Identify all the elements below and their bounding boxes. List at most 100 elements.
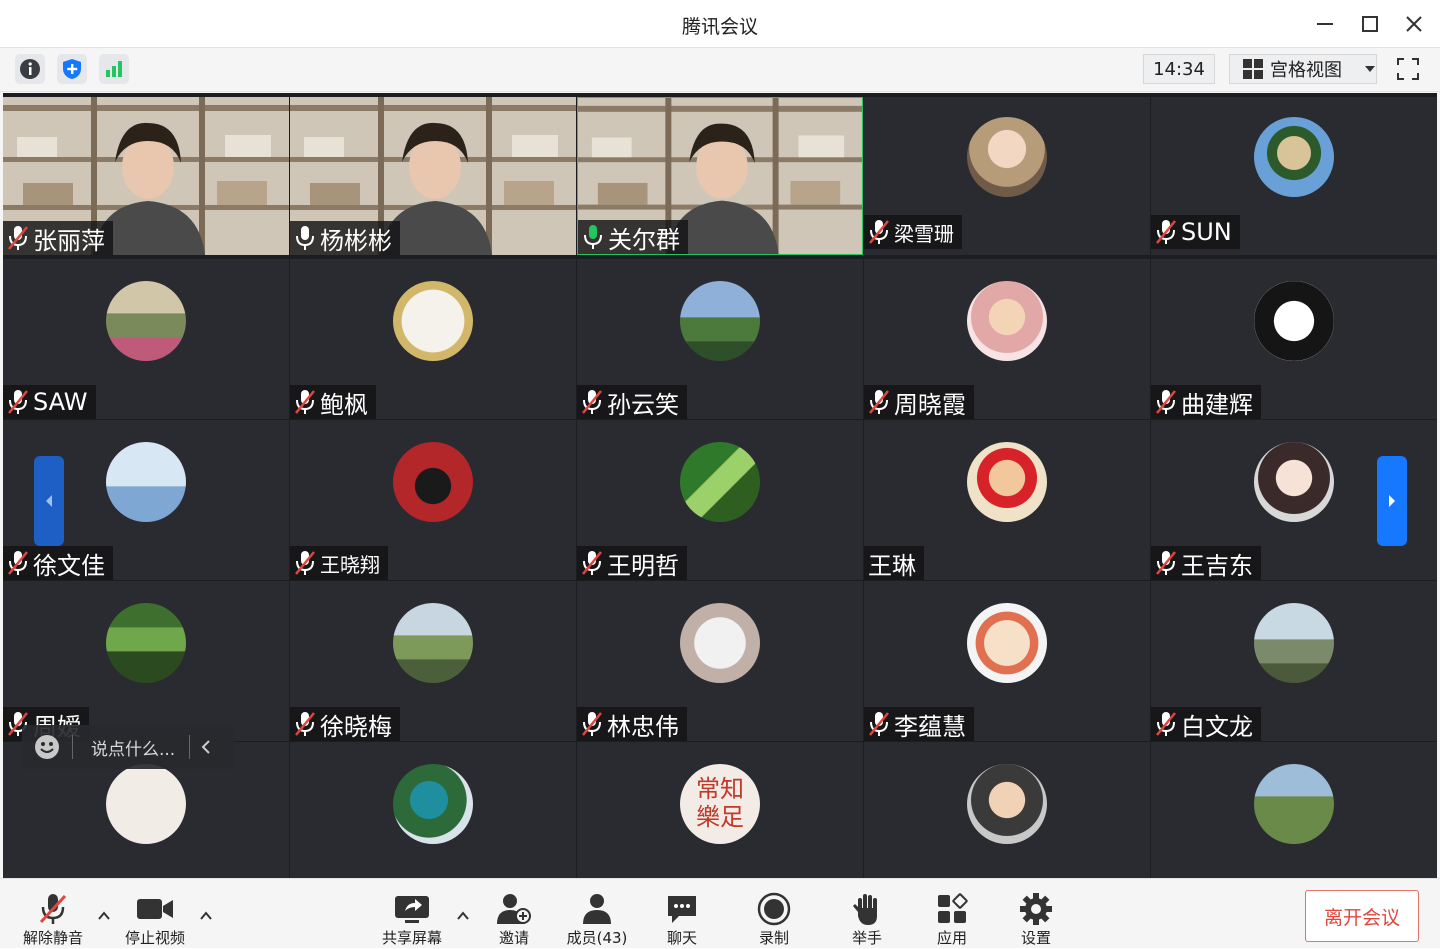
mic-muted-icon <box>869 712 889 736</box>
participant-tile[interactable]: SUN <box>1151 97 1437 255</box>
participant-avatar <box>106 603 186 683</box>
participant-avatar <box>967 442 1047 522</box>
maximize-icon <box>1362 16 1378 32</box>
network-button[interactable] <box>99 54 129 84</box>
members-label: 成员(43) <box>566 929 628 947</box>
participant-name: 王明哲 <box>607 551 679 580</box>
participant-avatar <box>393 442 473 522</box>
participant-tile[interactable]: 徐晓梅 <box>290 581 576 741</box>
next-page-button[interactable] <box>1377 456 1407 546</box>
chat-button[interactable]: 聊天 <box>660 891 704 949</box>
audio-options-caret[interactable] <box>97 909 111 923</box>
participant-tile[interactable]: 王琳 <box>864 420 1150 580</box>
participant-tile[interactable] <box>1151 742 1437 878</box>
participant-avatar <box>393 281 473 361</box>
participant-tile[interactable] <box>290 742 576 878</box>
participant-avatar <box>967 764 1047 844</box>
participant-tile[interactable]: 梁雪珊 <box>864 97 1150 255</box>
invite-button[interactable]: 邀请 <box>492 891 536 949</box>
participant-tile[interactable]: 周嫒 <box>3 581 289 741</box>
settings-button[interactable]: 设置 <box>1014 891 1058 949</box>
video-options-caret[interactable] <box>199 909 213 923</box>
mic-icon <box>296 226 314 250</box>
participant-tile[interactable]: 常知 樂足 <box>577 742 863 878</box>
gear-icon <box>1020 893 1052 925</box>
chat-placeholder: 说点什么... <box>91 739 176 760</box>
minimize-button[interactable] <box>1310 10 1340 38</box>
apps-button[interactable]: 应用 <box>930 891 974 949</box>
leave-meeting-button[interactable]: 离开会议 <box>1305 890 1419 942</box>
grid-view-icon <box>1243 59 1263 79</box>
info-button[interactable] <box>15 54 45 84</box>
participant-tile[interactable]: 白文龙 <box>1151 581 1437 741</box>
participant-name-tag: 张丽萍 <box>3 221 113 255</box>
window-title: 腾讯会议 <box>681 16 758 38</box>
participant-tile[interactable]: 林忠伟 <box>577 581 863 741</box>
participant-name: 关尔群 <box>608 225 680 254</box>
participant-avatar <box>680 442 760 522</box>
participant-tile[interactable]: 周晓霞 <box>864 259 1150 419</box>
record-button[interactable]: 录制 <box>752 891 796 949</box>
participant-tile[interactable]: 王晓翔 <box>290 420 576 580</box>
participant-tile[interactable]: 李蕴慧 <box>864 581 1150 741</box>
apps-icon <box>938 893 968 923</box>
participant-tile[interactable]: 王明哲 <box>577 420 863 580</box>
participant-avatar <box>106 442 186 522</box>
participant-tile[interactable]: SAW <box>3 259 289 419</box>
signal-icon <box>106 61 122 77</box>
chat-icon <box>668 896 696 923</box>
window-edge <box>1440 0 1453 948</box>
participant-tile[interactable]: 杨彬彬 <box>290 97 576 255</box>
participant-tile[interactable]: 曲建辉 <box>1151 259 1437 419</box>
participant-tile[interactable] <box>864 742 1150 878</box>
participant-name: 张丽萍 <box>33 226 105 255</box>
participant-avatar <box>967 603 1047 683</box>
chat-quick-input[interactable]: 说点什么... <box>22 725 234 769</box>
collapse-icon <box>201 740 210 754</box>
participant-tile[interactable]: 张丽萍 <box>3 97 289 255</box>
raise-hand-button[interactable]: 举手 <box>845 891 889 949</box>
participant-avatar <box>393 603 473 683</box>
mic-muted-icon <box>1156 712 1176 736</box>
participant-name: 周晓霞 <box>894 390 966 419</box>
participant-name-tag: 梁雪珊 <box>864 215 962 249</box>
participant-avatar <box>680 281 760 361</box>
share-screen-button[interactable]: 共享屏幕 <box>378 891 446 949</box>
mic-muted-icon <box>8 390 28 414</box>
mic-muted-icon <box>1156 220 1176 244</box>
close-icon <box>1406 16 1422 32</box>
chevron-down-icon <box>1365 66 1375 72</box>
participant-name-tag: 曲建辉 <box>1151 385 1261 419</box>
unmute-button[interactable]: 解除静音 <box>20 891 86 949</box>
previous-page-button[interactable] <box>34 456 64 546</box>
mic-muted-icon <box>39 894 67 924</box>
participant-name: 林忠伟 <box>607 712 679 741</box>
members-icon <box>583 894 611 924</box>
add-user-icon <box>497 894 531 924</box>
maximize-button[interactable] <box>1355 10 1385 38</box>
chevron-up-icon <box>98 911 110 920</box>
participant-name-tag: 李蕴慧 <box>864 707 974 741</box>
close-button[interactable] <box>1399 10 1429 38</box>
invite-label: 邀请 <box>498 929 529 947</box>
participant-tile[interactable]: 孙云笑 <box>577 259 863 419</box>
fullscreen-button[interactable] <box>1392 54 1424 84</box>
share-options-caret[interactable] <box>456 909 470 923</box>
security-button[interactable] <box>57 54 87 84</box>
mic-muted-icon <box>1156 390 1176 414</box>
participant-name: 王琳 <box>868 551 916 580</box>
participant-avatar <box>1254 117 1334 197</box>
participant-avatar <box>106 281 186 361</box>
settings-label: 设置 <box>1020 929 1051 947</box>
mic-muted-icon <box>582 712 602 736</box>
participant-avatar <box>106 764 186 844</box>
apps-label: 应用 <box>936 929 967 947</box>
participant-tile[interactable]: 鲍枫 <box>290 259 576 419</box>
stop-video-button[interactable]: 停止视频 <box>122 891 188 949</box>
participant-avatar: 常知 樂足 <box>680 764 760 844</box>
participant-name-tag: 孙云笑 <box>577 385 687 419</box>
participant-tile[interactable]: 关尔群 <box>577 97 863 255</box>
view-mode-dropdown[interactable]: 宫格视图 <box>1229 54 1377 84</box>
members-button[interactable]: 成员(43) <box>562 891 632 949</box>
participant-avatar <box>1254 442 1334 522</box>
